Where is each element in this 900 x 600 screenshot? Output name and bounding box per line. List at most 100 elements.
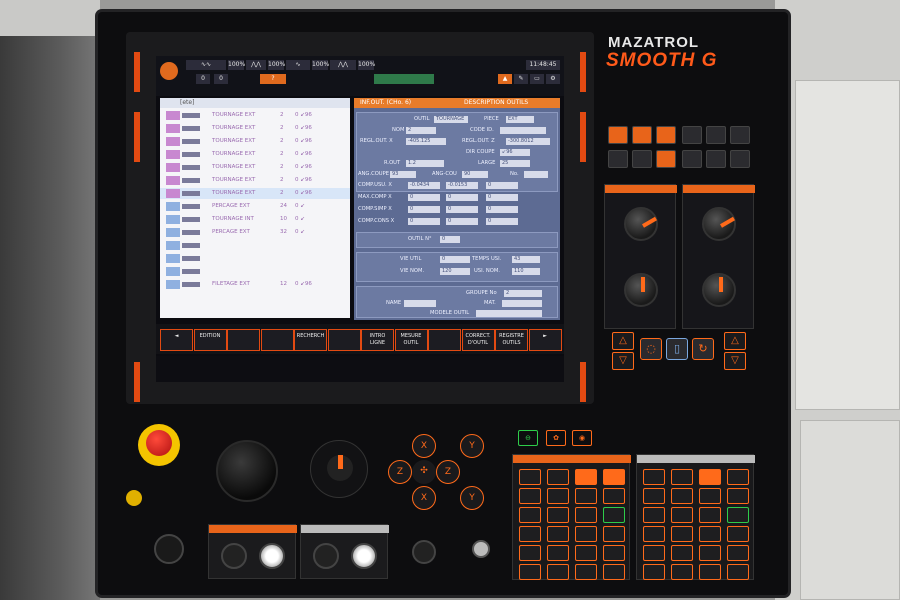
field-no[interactable] (524, 171, 548, 178)
op-key-right-1-3[interactable] (727, 488, 749, 504)
power-selector-switch[interactable] (154, 534, 184, 564)
op-key-left-0-0[interactable] (519, 469, 541, 485)
list-item[interactable]: TOURNAGE INT 10 0 ↙ (160, 214, 350, 225)
op-key-left-1-3[interactable] (603, 488, 625, 504)
field-angcou[interactable]: 90 (462, 171, 488, 178)
mode-key-4[interactable] (682, 126, 702, 144)
alarm-icon[interactable]: ▲ (498, 74, 512, 84)
op-key-right-1-1[interactable] (671, 488, 693, 504)
jog-z-plus-button[interactable]: Z (436, 460, 460, 484)
list-item[interactable] (160, 253, 350, 264)
feed-override-knob[interactable] (624, 207, 658, 241)
op-key-left-2-0[interactable] (519, 507, 541, 523)
manual-pulse-handwheel[interactable] (216, 440, 278, 502)
mode-key-2[interactable] (632, 126, 652, 144)
field-maxcomp-y[interactable]: 0 (486, 194, 518, 201)
spindle-ccw-button[interactable]: ◌ (640, 338, 662, 360)
spindle-stop-button[interactable]: ▯ (666, 338, 688, 360)
field-compcons-y[interactable]: 0 (486, 218, 518, 225)
field-maxcomp-x[interactable]: 0 (408, 194, 440, 201)
softkey-7[interactable]: INTRO LIGNE (361, 329, 394, 351)
list-item[interactable]: TOURNAGE EXT 2 0 ↙96 (160, 123, 350, 134)
op-key-right-3-0[interactable] (643, 526, 665, 542)
field-name[interactable] (404, 300, 436, 307)
field-compsimp-y[interactable]: 0 (486, 206, 518, 213)
mode-key-12[interactable] (730, 150, 750, 168)
field-angc[interactable]: 93 (390, 171, 416, 178)
mode-key-10[interactable] (682, 150, 702, 168)
field-compusu-x[interactable]: -0.0434 (408, 182, 440, 189)
op-key-left-1-1[interactable] (547, 488, 569, 504)
field-compsimp-z[interactable]: 0 (446, 206, 478, 213)
field-reglx[interactable]: -405.125 (406, 138, 446, 145)
op-key-left-3-0[interactable] (519, 526, 541, 542)
op-key-right-3-1[interactable] (671, 526, 693, 542)
jog-z-minus-button[interactable]: Z (388, 460, 412, 484)
rapid-traverse-icon[interactable]: ✣ (412, 460, 436, 484)
field-compsimp-x[interactable]: 0 (408, 206, 440, 213)
op-key-right-1-2[interactable] (699, 488, 721, 504)
rapid-override-knob[interactable] (702, 207, 736, 241)
op-key-left-4-0[interactable] (519, 545, 541, 561)
chip-conveyor-icon[interactable]: ✿ (546, 430, 566, 446)
op-key-right-4-0[interactable] (643, 545, 665, 561)
softkey-3[interactable] (227, 329, 260, 351)
field-large[interactable]: 25 (500, 160, 530, 167)
op-key-left-5-3[interactable] (603, 564, 625, 580)
softkey-6[interactable] (327, 329, 361, 351)
op-key-left-5-0[interactable] (519, 564, 541, 580)
spindle2-override-knob[interactable] (702, 273, 736, 307)
op-key-left-3-1[interactable] (547, 526, 569, 542)
field-code[interactable] (500, 127, 546, 134)
softkey-2[interactable]: EDITION (193, 329, 227, 351)
mode-key-7[interactable] (608, 150, 628, 168)
list-item[interactable]: PERCAGE EXT 32 0 ↙ (160, 227, 350, 238)
softkey-9[interactable] (428, 329, 461, 351)
jog-y-plus-button[interactable]: Y (460, 434, 484, 458)
list-item[interactable]: PERCAGE EXT 24 0 ↙ (160, 201, 350, 212)
softkey-4[interactable] (260, 329, 294, 351)
list-item[interactable]: TOURNAGE EXT 2 0 ↙96 (160, 110, 350, 121)
field-dir[interactable]: ↙96 (500, 149, 530, 156)
op-key-right-5-3[interactable] (727, 564, 749, 580)
field-tempsusi[interactable]: 43 (512, 256, 540, 263)
mode-key-5[interactable] (706, 126, 726, 144)
field-reglz[interactable]: -300.8012 (506, 138, 550, 145)
list-item[interactable]: TOURNAGE EXT 2 0 ↙96 (160, 136, 350, 147)
op-key-right-2-3[interactable] (727, 507, 749, 523)
mode-key-9[interactable] (656, 150, 676, 168)
softkey-8[interactable]: MESURE OUTIL (394, 329, 428, 351)
op-key-right-2-0[interactable] (643, 507, 665, 523)
op-key-right-5-2[interactable] (699, 564, 721, 580)
jog-x-minus-button[interactable]: X (412, 486, 436, 510)
wrench-icon[interactable]: ✎ (514, 74, 528, 84)
field-nom[interactable]: 2 (406, 127, 436, 134)
field-vieutil[interactable]: 0 (440, 256, 470, 263)
edit-key-switch[interactable] (472, 540, 490, 558)
field-outiln[interactable]: 0 (440, 236, 460, 243)
axis-selector-switch[interactable] (310, 440, 368, 498)
field-piece[interactable]: EXT (506, 116, 534, 123)
work-light-icon[interactable]: ◉ (572, 430, 592, 446)
field-mat[interactable] (502, 300, 542, 307)
op-key-right-3-2[interactable] (699, 526, 721, 542)
op-key-left-2-3[interactable] (603, 507, 625, 523)
op-key-right-5-0[interactable] (643, 564, 665, 580)
softkey-12[interactable]: ► (528, 329, 562, 351)
help-button[interactable]: ? (260, 74, 286, 84)
coolant-icon[interactable]: ⊖ (518, 430, 538, 446)
op-key-right-0-0[interactable] (643, 469, 665, 485)
door-interlock-switch[interactable] (412, 540, 436, 564)
jog-y-minus-button[interactable]: Y (460, 486, 484, 510)
mode-key-6[interactable] (730, 126, 750, 144)
op-key-left-5-2[interactable] (575, 564, 597, 580)
program-start-button[interactable] (351, 543, 377, 569)
arrow-down-right[interactable]: ▽ (724, 352, 746, 370)
op-key-left-5-1[interactable] (547, 564, 569, 580)
feed-hold-button[interactable] (221, 543, 247, 569)
op-key-left-4-2[interactable] (575, 545, 597, 561)
field-compcons-z[interactable]: 0 (446, 218, 478, 225)
softkey-5[interactable]: RECHERCH (294, 329, 327, 351)
field-usinom[interactable]: 110 (512, 268, 540, 275)
op-key-right-2-1[interactable] (671, 507, 693, 523)
